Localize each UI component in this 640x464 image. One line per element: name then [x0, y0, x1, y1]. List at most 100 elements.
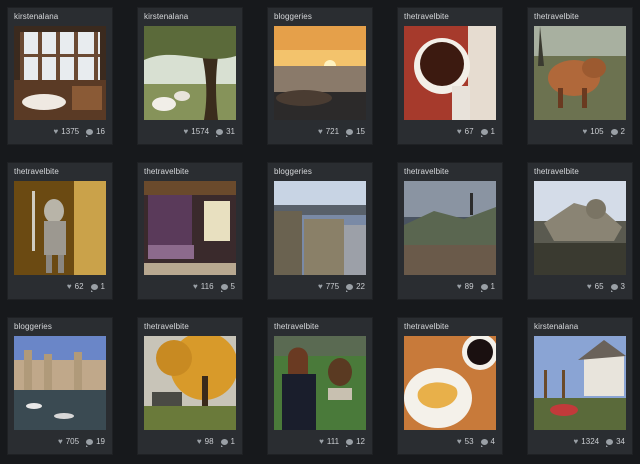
card-username[interactable]: kirstenalana: [14, 12, 58, 21]
like-count: 705: [65, 437, 80, 446]
card-stats: ♥ 705 19: [57, 437, 105, 447]
card-stats: ♥ 105 2: [582, 127, 625, 137]
comment-icon: [610, 128, 618, 137]
photo-card[interactable]: kirstenalana ♥ 1324 34: [528, 318, 632, 454]
card-username[interactable]: thetravelbite: [144, 167, 189, 176]
comment-count: 1: [100, 282, 105, 291]
card-username[interactable]: thetravelbite: [404, 167, 449, 176]
heart-icon: ♥: [319, 437, 324, 446]
comment-icon: [346, 438, 354, 447]
comment-count: 1: [230, 437, 235, 446]
photo-card[interactable]: bloggeries ♥ 705 19: [8, 318, 112, 454]
autumn-tree-photo[interactable]: [144, 336, 236, 430]
heart-icon: ♥: [57, 437, 63, 446]
heart-icon: ♥: [573, 437, 579, 446]
photo-card[interactable]: thetravelbite ♥ 89 1: [398, 163, 502, 299]
comment-count: 16: [96, 127, 105, 136]
like-count: 89: [464, 282, 474, 291]
card-stats: ♥ 53 4: [456, 437, 495, 447]
castle-ruins-photo[interactable]: [274, 181, 366, 275]
photo-card[interactable]: bloggeries ♥ 775 22: [268, 163, 372, 299]
heart-icon: ♥: [317, 282, 323, 291]
woman-with-owl-photo[interactable]: [274, 336, 366, 430]
sunset-coast-photo[interactable]: [274, 26, 366, 120]
like-count: 775: [325, 282, 340, 291]
heart-icon: ♥: [456, 437, 462, 446]
comment-icon: [606, 438, 614, 447]
tea-cup-photo[interactable]: [404, 26, 496, 120]
card-username[interactable]: kirstenalana: [534, 322, 578, 331]
like-count: 98: [204, 437, 214, 446]
like-count: 1574: [191, 127, 210, 136]
canopy-bed-photo[interactable]: [144, 181, 236, 275]
card-stats: ♥ 721 15: [317, 127, 365, 137]
card-username[interactable]: thetravelbite: [274, 322, 319, 331]
heart-icon: ♥: [586, 282, 592, 291]
card-username[interactable]: thetravelbite: [144, 322, 189, 331]
card-username[interactable]: thetravelbite: [534, 167, 579, 176]
heart-icon: ♥: [456, 127, 462, 136]
comment-count: 3: [620, 282, 625, 291]
harbour-castle-photo[interactable]: [14, 336, 106, 430]
photo-card[interactable]: thetravelbite ♥ 116 5: [138, 163, 242, 299]
stone-sculpture-photo[interactable]: [534, 181, 626, 275]
comment-icon: [216, 128, 224, 137]
card-username[interactable]: bloggeries: [14, 322, 52, 331]
comment-count: 34: [616, 437, 625, 446]
shortbread-coffee-photo[interactable]: [404, 336, 496, 430]
card-username[interactable]: bloggeries: [274, 12, 312, 21]
comment-count: 22: [356, 282, 365, 291]
card-stats: ♥ 116 5: [193, 282, 235, 292]
card-username[interactable]: kirstenalana: [144, 12, 188, 21]
card-username[interactable]: bloggeries: [274, 167, 312, 176]
photo-card[interactable]: thetravelbite ♥ 67 1: [398, 8, 502, 144]
photo-card[interactable]: thetravelbite ♥ 65 3: [528, 163, 632, 299]
card-stats: ♥ 67 1: [456, 127, 495, 137]
like-count: 1324: [581, 437, 600, 446]
heart-icon: ♥: [193, 282, 198, 291]
comment-count: 19: [96, 437, 105, 446]
heart-icon: ♥: [53, 127, 59, 136]
like-count: 105: [590, 127, 604, 136]
like-count: 116: [200, 282, 214, 291]
comment-icon: [220, 283, 228, 292]
heart-icon: ♥: [66, 282, 72, 291]
comment-count: 12: [356, 437, 365, 446]
photo-card[interactable]: kirstenalana ♥ 1574 31: [138, 8, 242, 144]
card-username[interactable]: thetravelbite: [14, 167, 59, 176]
heart-icon: ♥: [456, 282, 462, 291]
heart-icon: ♥: [582, 127, 588, 136]
photo-card[interactable]: bloggeries ♥ 721 15: [268, 8, 372, 144]
card-stats: ♥ 775 22: [317, 282, 365, 292]
photo-card[interactable]: thetravelbite ♥ 105 2: [528, 8, 632, 144]
photo-card[interactable]: kirstenalana ♥ 1375 16: [8, 8, 112, 144]
card-username[interactable]: thetravelbite: [404, 322, 449, 331]
card-stats: ♥ 111 12: [319, 437, 365, 447]
sheep-under-tree-photo[interactable]: [144, 26, 236, 120]
suit-of-armour-photo[interactable]: [14, 181, 106, 275]
comment-count: 15: [356, 127, 365, 136]
card-stats: ♥ 1574 31: [184, 127, 235, 137]
card-username[interactable]: thetravelbite: [534, 12, 579, 21]
photo-card[interactable]: thetravelbite ♥ 111 12: [268, 318, 372, 454]
comment-icon: [346, 283, 354, 292]
card-stats: ♥ 1324 34: [573, 437, 625, 447]
card-stats: ♥ 98 1: [196, 437, 235, 447]
restaurant-windows-photo[interactable]: [14, 26, 106, 120]
cottage-garden-photo[interactable]: [534, 336, 626, 430]
comment-icon: [480, 283, 488, 292]
comment-icon: [480, 128, 488, 137]
photo-card[interactable]: thetravelbite ♥ 62 1: [8, 163, 112, 299]
comment-count: 1: [490, 282, 495, 291]
comment-icon: [346, 128, 354, 137]
heart-icon: ♥: [196, 437, 202, 446]
valley-monument-photo[interactable]: [404, 181, 496, 275]
photo-card[interactable]: thetravelbite ♥ 98 1: [138, 318, 242, 454]
card-stats: ♥ 62 1: [66, 282, 105, 292]
like-count: 67: [464, 127, 474, 136]
comment-icon: [480, 438, 488, 447]
photo-card[interactable]: thetravelbite ♥ 53 4: [398, 318, 502, 454]
highland-cow-photo[interactable]: [534, 26, 626, 120]
heart-icon: ♥: [317, 127, 323, 136]
card-username[interactable]: thetravelbite: [404, 12, 449, 21]
